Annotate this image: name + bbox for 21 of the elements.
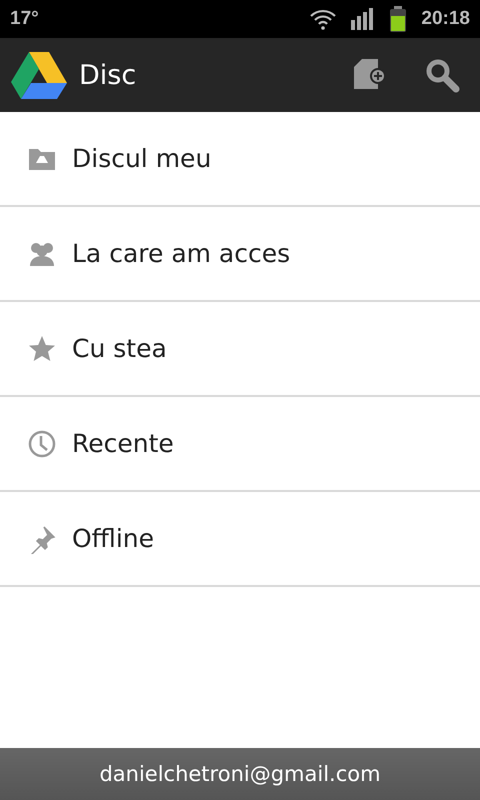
battery-icon [389, 6, 408, 32]
nav-label: Discul meu [72, 144, 212, 173]
nav-item[interactable]: Offline [0, 492, 480, 587]
wifi-icon [309, 8, 338, 30]
nav-label: Recente [72, 429, 174, 458]
signal-icon [351, 8, 376, 30]
temperature: 17° [10, 8, 39, 30]
nav-item[interactable]: La care am acces [0, 207, 480, 302]
search-icon[interactable] [424, 57, 460, 93]
nav-item[interactable]: Cu stea [0, 302, 480, 397]
app-title: Disc [79, 60, 136, 90]
star-icon [27, 334, 57, 364]
clock-time: 20:18 [421, 8, 470, 30]
nav-item[interactable]: Discul meu [0, 112, 480, 207]
nav-label: Offline [72, 524, 154, 553]
nav-label: Cu stea [72, 334, 167, 363]
clock-icon [27, 428, 57, 458]
nav-item[interactable]: Recente [0, 397, 480, 492]
account-email[interactable]: danielchetroni@gmail.com [99, 762, 381, 786]
nav-label: La care am acces [72, 239, 290, 268]
drive-logo-icon[interactable] [11, 50, 67, 100]
